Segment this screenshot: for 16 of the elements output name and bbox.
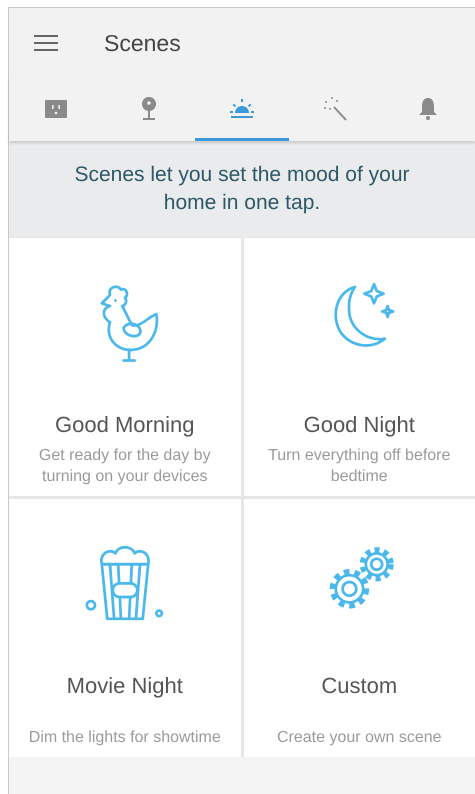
scene-description: Get ready for the day by turning on your devices [38,446,212,487]
scene-title: Good Morning [55,411,194,439]
scene-description: Create your own scene [276,728,443,748]
scene-title: Good Night [304,411,415,439]
menu-icon[interactable] [34,35,58,51]
scene-title: Custom [321,672,398,700]
scene-description: Turn everything off before bedtime [267,446,452,487]
scene-card[interactable]: Movie Night Dim the lights for showtime [9,499,240,757]
scene-description: Dim the lights for showtime [28,728,222,748]
screen-title: Scenes [104,28,181,58]
magic-wand-icon [322,95,348,121]
banner-text: Scenes let you set the mood of your home in one tap. [73,162,411,216]
scene-card[interactable]: Good Night Turn everything off before bedtime [244,238,475,496]
scene-title: Movie Night [66,672,183,700]
scene-card[interactable]: Good Morning Get ready for the day by turning on your devices [9,238,240,496]
scene-card[interactable]: Custom Create your own scene [244,499,475,757]
